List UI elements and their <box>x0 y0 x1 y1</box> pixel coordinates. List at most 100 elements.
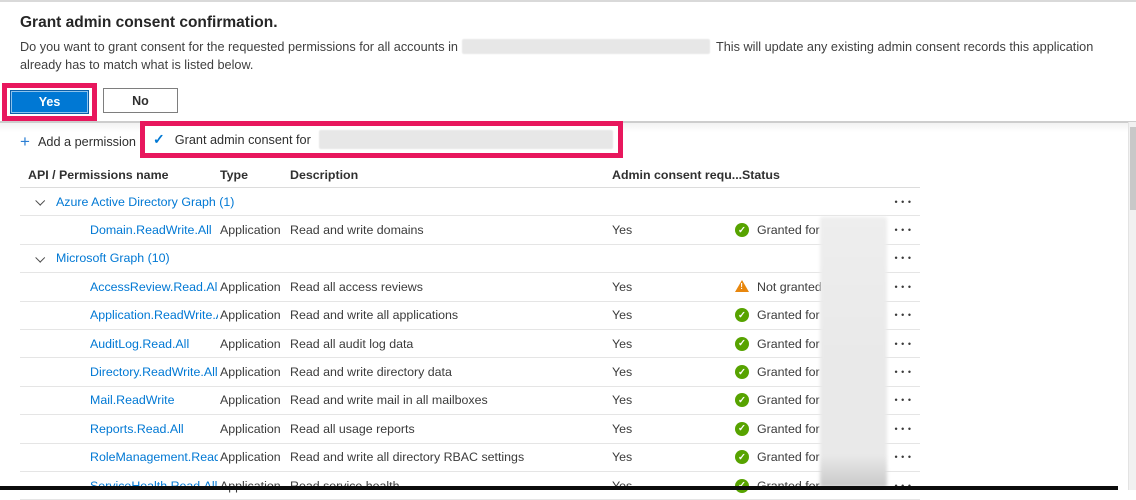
more-options-button[interactable]: ••• <box>892 282 915 292</box>
granted-check-icon: ✓ <box>735 337 749 351</box>
permission-name-cell: Application.ReadWrite.All <box>90 302 218 329</box>
column-header-status: Status <box>742 163 780 187</box>
permission-name-cell: Mail.ReadWrite <box>90 387 218 414</box>
permission-name-cell: Domain.ReadWrite.All <box>90 216 218 243</box>
more-options-button[interactable]: ••• <box>892 339 915 349</box>
description-cell: Read and write directory data <box>290 358 452 385</box>
type-cell: Application <box>220 216 281 243</box>
status-cell: ✓Granted for <box>735 444 820 471</box>
redacted-tenant-name <box>462 39 710 54</box>
chevron-cell <box>36 188 43 215</box>
type-cell: Application <box>220 415 281 442</box>
admin-consent-required-cell: Yes <box>612 330 632 357</box>
screenshot-bottom-edge <box>0 486 1118 490</box>
permission-row: Reports.Read.AllApplicationRead all usag… <box>20 415 920 443</box>
granted-check-icon: ✓ <box>735 450 749 464</box>
admin-consent-required-cell: Yes <box>612 358 632 385</box>
more-options-button[interactable]: ••• <box>892 253 915 263</box>
status-text: Granted for <box>757 393 820 407</box>
column-header-api-permissions-name: API / Permissions name <box>28 163 168 187</box>
column-header-description: Description <box>290 163 358 187</box>
dialog-text-after-redaction: This will update any existing admin cons… <box>716 40 1093 54</box>
chevron-down-icon[interactable] <box>35 253 45 263</box>
permission-link[interactable]: Directory.ReadWrite.All <box>90 365 218 379</box>
table-rows: Azure Active Directory Graph (1)•••Domai… <box>20 188 920 500</box>
checkmark-icon: ✓ <box>153 131 165 148</box>
row-actions-cell: ••• <box>883 188 923 215</box>
chevron-down-icon[interactable] <box>35 196 45 206</box>
permission-row: Application.ReadWrite.AllApplication Read… <box>20 302 920 330</box>
type-cell: Application <box>220 358 281 385</box>
grant-admin-consent-button[interactable]: Grant admin consent for <box>175 133 311 147</box>
permission-row: AccessReview.Read.AllApplicationRead all… <box>20 273 920 301</box>
permission-link[interactable]: Mail.ReadWrite <box>90 393 174 407</box>
permission-link[interactable]: Application.ReadWrite.All <box>90 308 218 322</box>
row-actions-cell: ••• <box>883 216 923 243</box>
dialog-body-line2: already has to match what is listed belo… <box>20 57 1128 75</box>
warning-triangle-icon: ! <box>735 280 749 292</box>
more-options-button[interactable]: ••• <box>892 197 915 207</box>
admin-consent-required-cell: Yes <box>612 273 632 300</box>
status-cell: ✓ Granted for <box>735 302 820 329</box>
permission-name-cell: RoleManagement.ReadWrite.Dir <box>90 444 218 471</box>
granted-check-icon: ✓ <box>735 422 749 436</box>
permission-row: AuditLog.Read.AllApplicationRead all aud… <box>20 330 920 358</box>
status-cell: ✓ Granted for <box>735 358 820 385</box>
permission-name-cell: Directory.ReadWrite.All <box>90 358 218 385</box>
permission-row: Domain.ReadWrite.All Application Read and … <box>20 216 920 244</box>
group-name-cell: Microsoft Graph (10) <box>56 245 170 272</box>
yes-button-highlight-annotation: Yes <box>2 83 97 121</box>
permission-name-cell: AccessReview.Read.All <box>90 273 218 300</box>
status-cell: ✓Granted for <box>735 415 820 442</box>
status-text: Granted for <box>757 337 820 351</box>
group-row: Azure Active Directory Graph (1) ••• <box>20 188 920 216</box>
redacted-tenant-name <box>319 130 613 149</box>
description-cell: Read and write domains <box>290 216 424 243</box>
admin-consent-required-cell: Yes <box>612 387 632 414</box>
status-text: Granted for <box>757 365 820 379</box>
row-actions-cell: ••• <box>883 273 923 300</box>
no-button[interactable]: No <box>103 88 178 113</box>
row-actions-cell: ••• <box>883 444 923 471</box>
more-options-button[interactable]: ••• <box>892 367 915 377</box>
granted-check-icon: ✓ <box>735 365 749 379</box>
more-options-button[interactable]: ••• <box>892 310 915 320</box>
permission-link[interactable]: Domain.ReadWrite.All <box>90 223 212 237</box>
description-cell: Read and write all applications <box>290 302 458 329</box>
description-cell: Read and write mail in all mailboxes <box>290 387 488 414</box>
scrollbar-thumb[interactable] <box>1130 127 1136 210</box>
permission-link[interactable]: AuditLog.Read.All <box>90 337 189 351</box>
more-options-button[interactable]: ••• <box>892 424 915 434</box>
api-group-link[interactable]: Microsoft Graph (10) <box>56 251 170 265</box>
row-actions-cell: ••• <box>883 415 923 442</box>
granted-check-icon: ✓ <box>735 223 749 237</box>
status-text: Not granted <box>757 280 822 294</box>
row-actions-cell: ••• <box>883 245 923 272</box>
row-actions-cell: ••• <box>883 387 923 414</box>
more-options-button[interactable]: ••• <box>892 395 915 405</box>
permission-name-cell: Reports.Read.All <box>90 415 218 442</box>
vertical-scrollbar[interactable] <box>1128 122 1136 490</box>
status-text: Granted for <box>757 223 820 237</box>
type-cell: Application <box>220 302 281 329</box>
admin-consent-required-cell: Yes <box>612 444 632 471</box>
type-cell: Application <box>220 444 281 471</box>
permission-row: Directory.ReadWrite.AllApplication Read a… <box>20 358 920 386</box>
description-cell: Read all audit log data <box>290 330 413 357</box>
permission-link[interactable]: RoleManagement.ReadWrite.Dir <box>90 450 218 464</box>
status-text: Granted for <box>757 308 820 322</box>
granted-check-icon: ✓ <box>735 308 749 322</box>
admin-consent-required-cell: Yes <box>612 302 632 329</box>
permission-link[interactable]: AccessReview.Read.All <box>90 280 218 294</box>
api-group-link[interactable]: Azure Active Directory Graph (1) <box>56 195 234 209</box>
permission-link[interactable]: Reports.Read.All <box>90 422 184 436</box>
row-actions-cell: ••• <box>883 330 923 357</box>
more-options-button[interactable]: ••• <box>892 452 915 462</box>
yes-button[interactable]: Yes <box>10 90 89 114</box>
dialog-body-line1: Do you want to grant consent for the req… <box>20 39 1128 57</box>
dialog-body: Do you want to grant consent for the req… <box>20 39 1128 74</box>
status-cell: ✓Granted for <box>735 387 820 414</box>
more-options-button[interactable]: ••• <box>892 225 915 235</box>
description-cell: Read and write all directory RBAC settin… <box>290 444 524 471</box>
add-permission-button[interactable]: + Add a permission <box>20 131 136 153</box>
